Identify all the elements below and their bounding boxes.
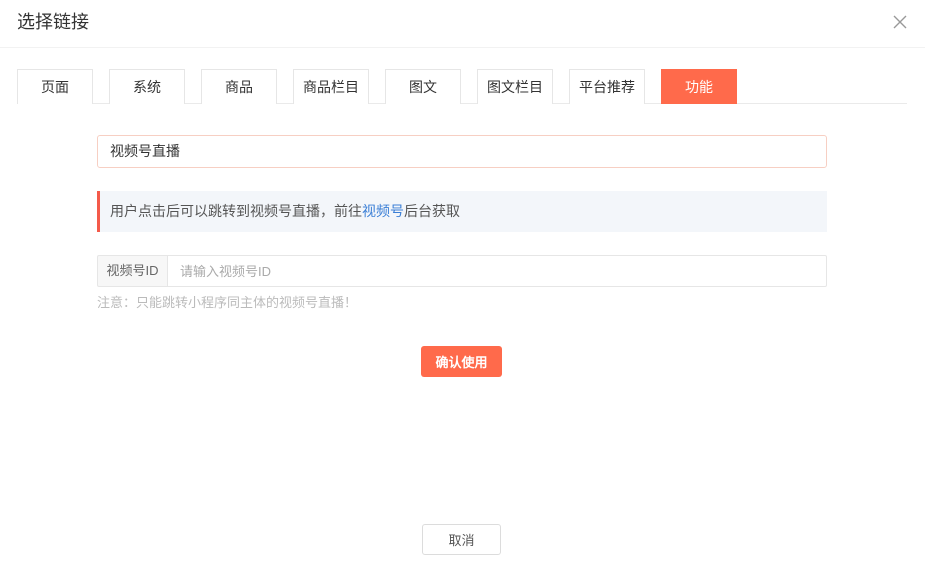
alert-text-before: 用户点击后可以跳转到视频号直播，前往	[110, 203, 362, 219]
select-link-dialog: 选择链接 页面 系统 商品 商品栏目 图文 图文栏目 平台推荐 功能 视频号直播…	[0, 0, 925, 568]
tab-page[interactable]: 页面	[17, 69, 93, 104]
channel-id-label: 视频号ID	[97, 255, 167, 287]
note-text: 注意：只能跳转小程序同主体的视频号直播！	[97, 295, 358, 310]
confirm-button[interactable]: 确认使用	[421, 346, 502, 377]
tab-bar: 页面 系统 商品 商品栏目 图文 图文栏目 平台推荐 功能	[17, 69, 907, 104]
alert-text-after: 后台获取	[404, 203, 460, 219]
channels-backend-link[interactable]: 视频号	[362, 203, 404, 219]
tab-function[interactable]: 功能	[661, 69, 737, 104]
tab-product-category[interactable]: 商品栏目	[293, 69, 369, 104]
tab-platform-recommend[interactable]: 平台推荐	[569, 69, 645, 104]
channel-id-input[interactable]	[167, 255, 827, 287]
header-divider	[0, 47, 925, 48]
tab-product[interactable]: 商品	[201, 69, 277, 104]
tab-article[interactable]: 图文	[385, 69, 461, 104]
cancel-button[interactable]: 取消	[422, 524, 501, 555]
function-select[interactable]: 视频号直播	[97, 135, 827, 168]
tab-system[interactable]: 系统	[109, 69, 185, 104]
close-icon[interactable]	[893, 15, 907, 29]
info-alert: 用户点击后可以跳转到视频号直播，前往视频号后台获取	[97, 191, 827, 232]
dialog-title: 选择链接	[17, 12, 89, 32]
tab-article-category[interactable]: 图文栏目	[477, 69, 553, 104]
channel-id-field-group: 视频号ID	[97, 255, 827, 287]
